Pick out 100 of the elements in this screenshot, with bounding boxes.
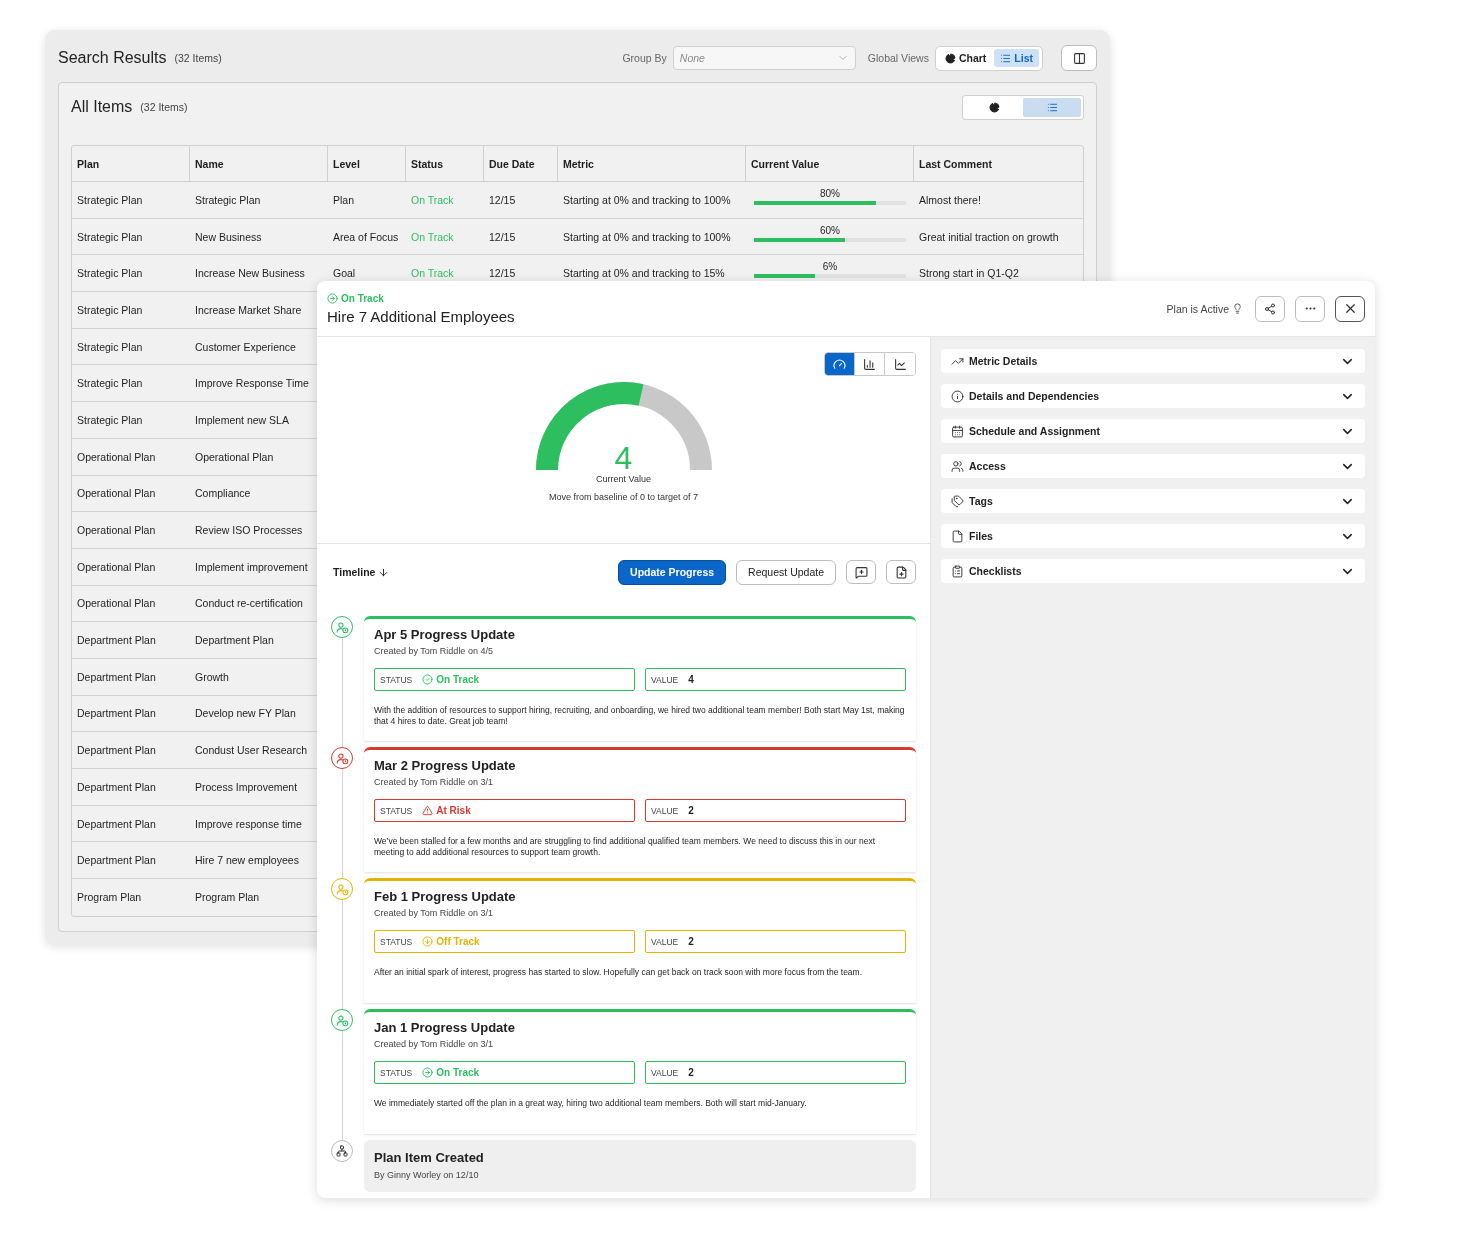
status-value: On Track xyxy=(422,1067,480,1078)
field-value: 2 xyxy=(688,936,694,947)
timeline-sort[interactable]: Timeline xyxy=(333,566,390,578)
table-cell-text: Department Plan xyxy=(76,670,157,683)
table-cell-text: Operational Plan xyxy=(76,597,157,610)
table-cell-text: Operational Plan xyxy=(76,450,157,463)
arrow-down-icon xyxy=(378,566,390,578)
field-label: STATUS xyxy=(380,674,413,685)
panel-layout-button[interactable] xyxy=(1061,45,1097,71)
table-cell-text: Department Plan xyxy=(76,780,157,793)
table-cell-text: Starting at 0% and tracking to 100% xyxy=(562,193,732,206)
progress-reading: 6% xyxy=(822,261,838,274)
column-header: Status xyxy=(406,146,484,181)
table-cell-text: 12/15 xyxy=(488,230,517,243)
table-cell-text: Strategic Plan xyxy=(76,267,144,280)
warning-icon xyxy=(422,805,434,816)
field-label: VALUE xyxy=(651,936,679,947)
table-cell-text: 12/15 xyxy=(488,267,517,280)
check-circle-icon xyxy=(422,674,434,685)
add-file-button[interactable] xyxy=(886,560,916,584)
table-cell-text: Increase Market Share xyxy=(194,303,303,316)
list-icon xyxy=(1000,52,1012,64)
calendar-icon xyxy=(951,424,964,438)
table-cell-text: Area of Focus xyxy=(332,230,400,243)
add-comment-button[interactable] xyxy=(846,560,876,584)
arrow-circle-icon xyxy=(422,1067,434,1078)
table-cell-text: Operational Plan xyxy=(76,524,157,537)
update-note: After an initial spark of interest, progress has started to slow. Hopefully can get back on track soon with more focus from the team. xyxy=(374,967,864,978)
accordion-section[interactable]: Checklists xyxy=(941,559,1365,583)
pie-chart-icon xyxy=(988,101,1000,113)
checklist-icon xyxy=(951,564,964,578)
accordion-section[interactable]: Schedule and Assignment xyxy=(941,419,1365,443)
table-cell-text: Program Plan xyxy=(76,891,143,904)
column-header: Plan xyxy=(72,146,190,181)
table-cell-text: Implement improvement xyxy=(194,560,309,573)
close-button[interactable] xyxy=(1335,295,1365,322)
info-icon xyxy=(951,389,964,403)
table-cell-text: Hire 7 new employees xyxy=(194,854,300,867)
column-header: Name xyxy=(190,146,328,181)
table-cell-text: 12/15 xyxy=(488,193,517,206)
plan-state: Plan is Active xyxy=(1166,302,1243,315)
arrow-down-circle-icon xyxy=(422,936,434,947)
status-cell-text: On Track xyxy=(410,267,455,280)
view-option[interactable]: Chart xyxy=(938,49,993,67)
progress-reading: 80% xyxy=(820,188,840,200)
created-title: Plan Item Created xyxy=(374,1150,485,1165)
gauge-icon xyxy=(833,357,846,371)
table-cell-text: Condust User Research xyxy=(194,744,309,757)
people-icon xyxy=(951,459,964,473)
table-cell-text: Growth xyxy=(194,670,230,683)
column-header: Due Date xyxy=(484,146,558,181)
view-option[interactable]: List xyxy=(994,49,1039,67)
field-label: VALUE xyxy=(651,674,679,685)
update-byline: Created by Tom Riddle on 3/1 xyxy=(374,908,494,918)
share-button[interactable] xyxy=(1255,295,1285,322)
accordion-section[interactable]: Access xyxy=(941,454,1365,478)
column-header: Last Comment xyxy=(918,156,993,172)
accordion-section[interactable]: Files xyxy=(941,524,1365,548)
table-cell-text: Review ISO Processes xyxy=(194,524,304,537)
file-icon xyxy=(951,529,964,543)
table-cell-text: Program Plan xyxy=(194,891,261,904)
share-icon xyxy=(1264,302,1276,315)
table-cell-text: Strong start in Q1-Q2 xyxy=(918,267,1020,280)
update-note: We immediately started off the plan in a great way, hiring two additional team members. Both will start mid-January. xyxy=(374,1098,808,1109)
table-cell-text: Strategic Plan xyxy=(76,230,144,243)
status-value: At Risk xyxy=(422,805,471,816)
group-by-label: Group By xyxy=(622,52,667,64)
table-cell-text: Strategic Plan xyxy=(76,340,144,353)
field-label: STATUS xyxy=(380,936,413,947)
table-cell-text: New Business xyxy=(194,230,263,243)
item-count: (32 Items) xyxy=(140,101,188,113)
update-progress-button[interactable]: Update Progress xyxy=(618,559,727,585)
gauge-value: 4 xyxy=(614,442,633,474)
update-note: With the addition of resources to support hiring, recruiting, and onboarding, we hired two additional team member! Both start May 1st, making that 4 hires to date. Great job team! xyxy=(374,705,906,727)
accordion-section[interactable]: Metric Details xyxy=(941,349,1365,373)
group-by-select[interactable]: None xyxy=(672,46,856,70)
table-cell-text: Goal xyxy=(332,267,357,280)
accordion-section[interactable]: Details and Dependencies xyxy=(941,384,1365,408)
update-byline: Created by Tom Riddle on 3/1 xyxy=(374,777,494,787)
table-cell-text: Department Plan xyxy=(76,854,157,867)
list-icon xyxy=(1046,101,1058,113)
table-cell-text: Department Plan xyxy=(76,817,157,830)
status-value: On Track xyxy=(422,674,480,685)
columns-icon xyxy=(1072,51,1086,65)
column-header: Level xyxy=(328,146,406,181)
item-count: (32 Items) xyxy=(174,52,222,64)
column-header: Metric xyxy=(558,146,746,181)
table-cell-text: Customer Experience xyxy=(194,340,297,353)
detail-title: Hire 7 Additional Employees xyxy=(327,307,516,325)
table-cell-text: Strategic Plan xyxy=(76,377,144,390)
status-value: Off Track xyxy=(422,936,480,947)
table-cell-text: Department Plan xyxy=(76,707,157,720)
status-cell-text: On Track xyxy=(410,193,455,206)
update-title: Mar 2 Progress Update xyxy=(374,758,517,773)
pie-chart-icon xyxy=(944,52,956,64)
table-cell-text: Implement new SLA xyxy=(194,413,290,426)
accordion-section[interactable]: Tags xyxy=(941,489,1365,513)
field-label: VALUE xyxy=(651,1067,679,1078)
request-update-button[interactable]: Request Update xyxy=(736,559,836,585)
hierarchy-icon xyxy=(336,1145,348,1157)
